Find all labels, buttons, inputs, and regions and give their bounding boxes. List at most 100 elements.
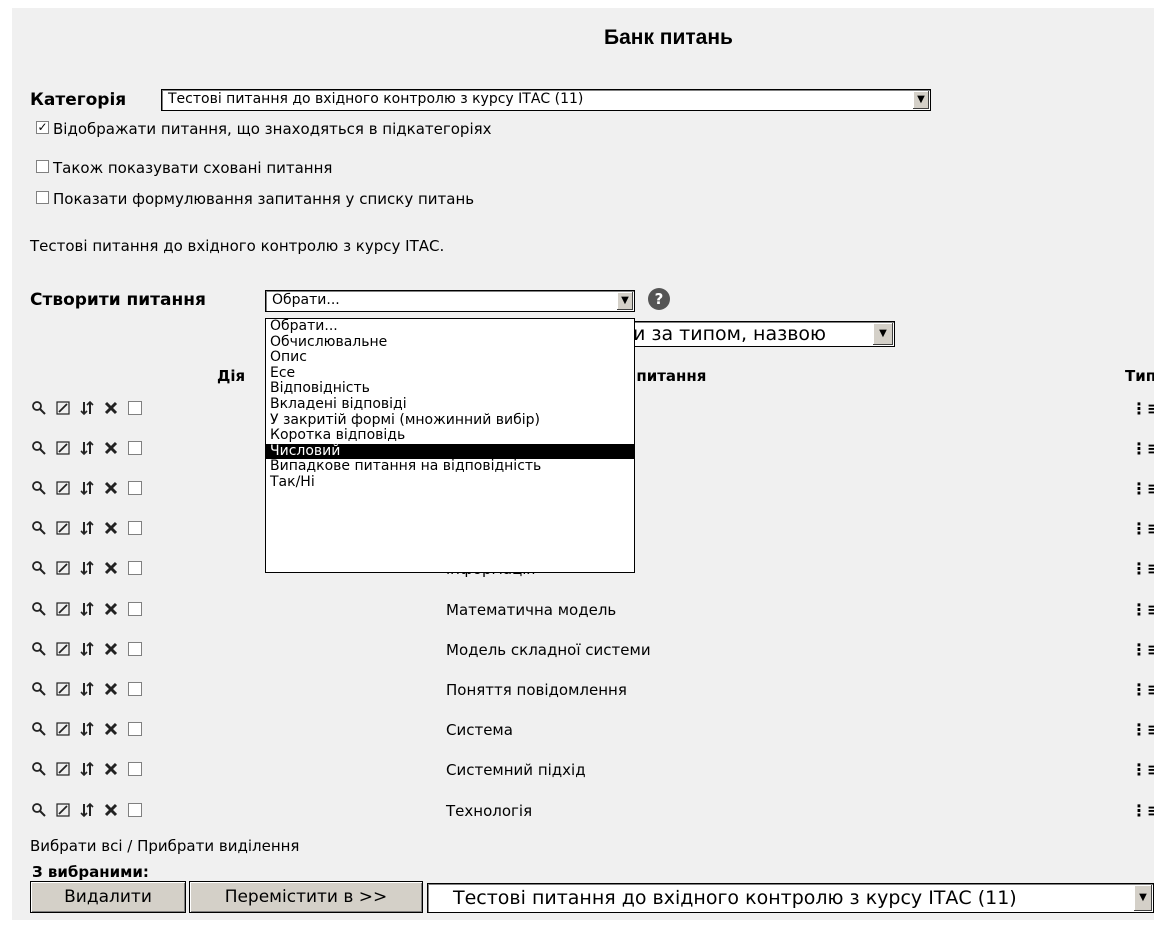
- dropdown-option[interactable]: Вкладені відповіді: [266, 396, 634, 413]
- preview-icon[interactable]: [30, 720, 48, 738]
- row-checkbox[interactable]: [126, 760, 144, 778]
- row-checkbox[interactable]: [126, 559, 144, 577]
- question-type-icon: ⋮≡: [1131, 519, 1154, 538]
- delete-icon[interactable]: [102, 720, 120, 738]
- delete-icon[interactable]: [102, 640, 120, 658]
- option-checkbox-subcategories[interactable]: ✓: [36, 121, 49, 134]
- row-checkbox[interactable]: [126, 479, 144, 497]
- move-icon[interactable]: [78, 801, 96, 819]
- edit-icon[interactable]: [54, 640, 72, 658]
- edit-icon[interactable]: [54, 399, 72, 417]
- question-name: Математична модель: [446, 601, 617, 619]
- move-icon[interactable]: [78, 479, 96, 497]
- delete-icon[interactable]: [102, 439, 120, 457]
- preview-icon[interactable]: [30, 439, 48, 457]
- preview-icon[interactable]: [30, 479, 48, 497]
- question-name: Технологія: [446, 802, 533, 820]
- dropdown-option[interactable]: Числовий: [266, 443, 634, 460]
- with-selected-label: З вибраними:: [32, 863, 149, 881]
- row-checkbox[interactable]: [126, 439, 144, 457]
- row-actions: [30, 478, 144, 498]
- dropdown-option[interactable]: Випадкове питання на відповідність: [266, 459, 634, 475]
- row-checkbox[interactable]: [126, 680, 144, 698]
- edit-icon[interactable]: [54, 479, 72, 497]
- edit-icon[interactable]: [54, 760, 72, 778]
- edit-icon[interactable]: [54, 801, 72, 819]
- row-checkbox[interactable]: [126, 720, 144, 738]
- create-question-dropdown[interactable]: Обрати... Обчислювальне Опис Есе Відповідніс…: [265, 318, 635, 573]
- move-icon[interactable]: [78, 399, 96, 417]
- question-name: Система: [446, 721, 513, 739]
- preview-icon[interactable]: [30, 559, 48, 577]
- option-label-hidden: Також показувати сховані питання: [53, 159, 333, 177]
- preview-icon[interactable]: [30, 680, 48, 698]
- row-checkbox[interactable]: [126, 801, 144, 819]
- move-icon[interactable]: [78, 720, 96, 738]
- dropdown-option[interactable]: Есе: [266, 365, 634, 382]
- delete-icon[interactable]: [102, 479, 120, 497]
- preview-icon[interactable]: [30, 640, 48, 658]
- move-button[interactable]: Перемістити в >>: [189, 881, 423, 913]
- delete-button[interactable]: Видалити: [30, 881, 186, 913]
- delete-icon[interactable]: [102, 680, 120, 698]
- select-all-link[interactable]: Вибрати всі / Прибрати виділення: [30, 837, 299, 855]
- move-icon[interactable]: [78, 640, 96, 658]
- edit-icon[interactable]: [54, 720, 72, 738]
- delete-icon[interactable]: [102, 801, 120, 819]
- dropdown-option[interactable]: Опис: [266, 350, 634, 366]
- edit-icon[interactable]: [54, 519, 72, 537]
- dropdown-option[interactable]: Відповідність: [266, 381, 634, 397]
- row-actions: [30, 800, 144, 820]
- delete-icon[interactable]: [102, 559, 120, 577]
- row-actions: [30, 518, 144, 538]
- row-checkbox[interactable]: [126, 519, 144, 537]
- create-question-select[interactable]: Обрати... ▼: [265, 290, 635, 312]
- row-actions: [30, 599, 144, 619]
- move-target-select-value: Тестові питання до вхідного контролю з к…: [453, 887, 1017, 909]
- chevron-down-icon: ▼: [616, 292, 633, 310]
- row-checkbox[interactable]: [126, 399, 144, 417]
- edit-icon[interactable]: [54, 680, 72, 698]
- edit-icon[interactable]: [54, 600, 72, 618]
- row-actions: [30, 558, 144, 578]
- option-label-subcategories: Відображати питання, що знаходяться в пі…: [53, 120, 492, 138]
- header-action: Дія: [217, 367, 246, 385]
- header-question-name: і питання: [626, 367, 707, 385]
- option-checkbox-show-text[interactable]: [36, 191, 49, 204]
- option-checkbox-hidden[interactable]: [36, 160, 49, 173]
- dropdown-option[interactable]: Обчислювальне: [266, 334, 634, 351]
- dropdown-option[interactable]: Так/Ні: [266, 474, 634, 491]
- move-target-select[interactable]: Тестові питання до вхідного контролю з к…: [427, 883, 1154, 913]
- dropdown-option[interactable]: У закритій формі (множинний вибір): [266, 412, 634, 429]
- question-type-icon: ⋮≡: [1131, 559, 1154, 578]
- move-icon[interactable]: [78, 760, 96, 778]
- delete-icon[interactable]: [102, 600, 120, 618]
- preview-icon[interactable]: [30, 801, 48, 819]
- row-checkbox[interactable]: [126, 640, 144, 658]
- move-icon[interactable]: [78, 680, 96, 698]
- row-actions: [30, 398, 144, 418]
- move-icon[interactable]: [78, 519, 96, 537]
- preview-icon[interactable]: [30, 519, 48, 537]
- question-type-icon: ⋮≡: [1131, 720, 1154, 739]
- page-title: Банк питань: [604, 26, 733, 49]
- edit-icon[interactable]: [54, 439, 72, 457]
- delete-icon[interactable]: [102, 760, 120, 778]
- category-description: Тестові питання до вхідного контролю з к…: [30, 237, 445, 255]
- option-label-show-text: Показати формулювання запитання у списку…: [53, 190, 475, 208]
- edit-icon[interactable]: [54, 559, 72, 577]
- row-checkbox[interactable]: [126, 600, 144, 618]
- help-icon[interactable]: ?: [648, 288, 670, 310]
- move-icon[interactable]: [78, 600, 96, 618]
- preview-icon[interactable]: [30, 600, 48, 618]
- preview-icon[interactable]: [30, 399, 48, 417]
- preview-icon[interactable]: [30, 760, 48, 778]
- move-icon[interactable]: [78, 439, 96, 457]
- delete-icon[interactable]: [102, 399, 120, 417]
- category-select[interactable]: Тестові питання до вхідного контролю з к…: [161, 89, 931, 111]
- dropdown-option[interactable]: Обрати...: [266, 318, 634, 335]
- create-question-select-value: Обрати...: [272, 292, 340, 308]
- delete-icon[interactable]: [102, 519, 120, 537]
- dropdown-option[interactable]: Коротка відповідь: [266, 428, 634, 444]
- move-icon[interactable]: [78, 559, 96, 577]
